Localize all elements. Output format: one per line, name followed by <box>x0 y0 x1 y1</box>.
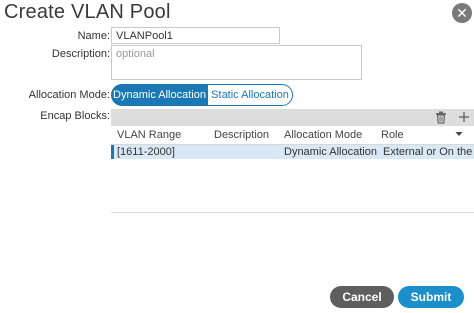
dialog-header: Create VLAN Pool ✕ <box>0 0 474 28</box>
cell-vlan-range: [1611-2000] <box>117 146 175 158</box>
encap-toolbar <box>111 109 474 126</box>
table-row[interactable]: [1611-2000] Dynamic Allocation External … <box>111 145 474 159</box>
cell-role: External or On the wi... <box>383 146 474 158</box>
trash-icon[interactable] <box>433 109 449 126</box>
dialog-title: Create VLAN Pool <box>4 1 171 23</box>
row-selection-marker <box>111 145 114 159</box>
plus-icon[interactable] <box>456 109 472 126</box>
encap-blocks-label: Encap Blocks: <box>40 110 110 122</box>
allocation-mode-label: Allocation Mode: <box>28 89 110 101</box>
name-label: Name: <box>77 30 110 42</box>
description-label: Description: <box>51 48 110 60</box>
column-header-vlan-range[interactable]: VLAN Range <box>117 129 181 141</box>
dynamic-allocation-button[interactable]: Dynamic Allocation <box>111 84 208 106</box>
name-input[interactable] <box>111 27 280 44</box>
chevron-down-icon[interactable] <box>455 129 463 141</box>
submit-button[interactable]: Submit <box>398 286 464 308</box>
cell-allocation-mode: Dynamic Allocation <box>284 146 377 158</box>
close-icon[interactable]: ✕ <box>452 3 472 23</box>
table-header: VLAN Range Description Allocation Mode R… <box>111 126 474 145</box>
column-header-allocation-mode[interactable]: Allocation Mode <box>284 129 362 141</box>
column-header-description[interactable]: Description <box>214 129 269 141</box>
description-field[interactable]: optional <box>111 45 362 80</box>
static-allocation-button[interactable]: Static Allocation <box>208 84 293 106</box>
encap-blocks-table: VLAN Range Description Allocation Mode R… <box>111 126 474 213</box>
cancel-button[interactable]: Cancel <box>330 286 394 308</box>
allocation-mode-toggle: Dynamic Allocation Static Allocation <box>111 84 293 106</box>
column-header-role[interactable]: Role <box>381 129 404 141</box>
